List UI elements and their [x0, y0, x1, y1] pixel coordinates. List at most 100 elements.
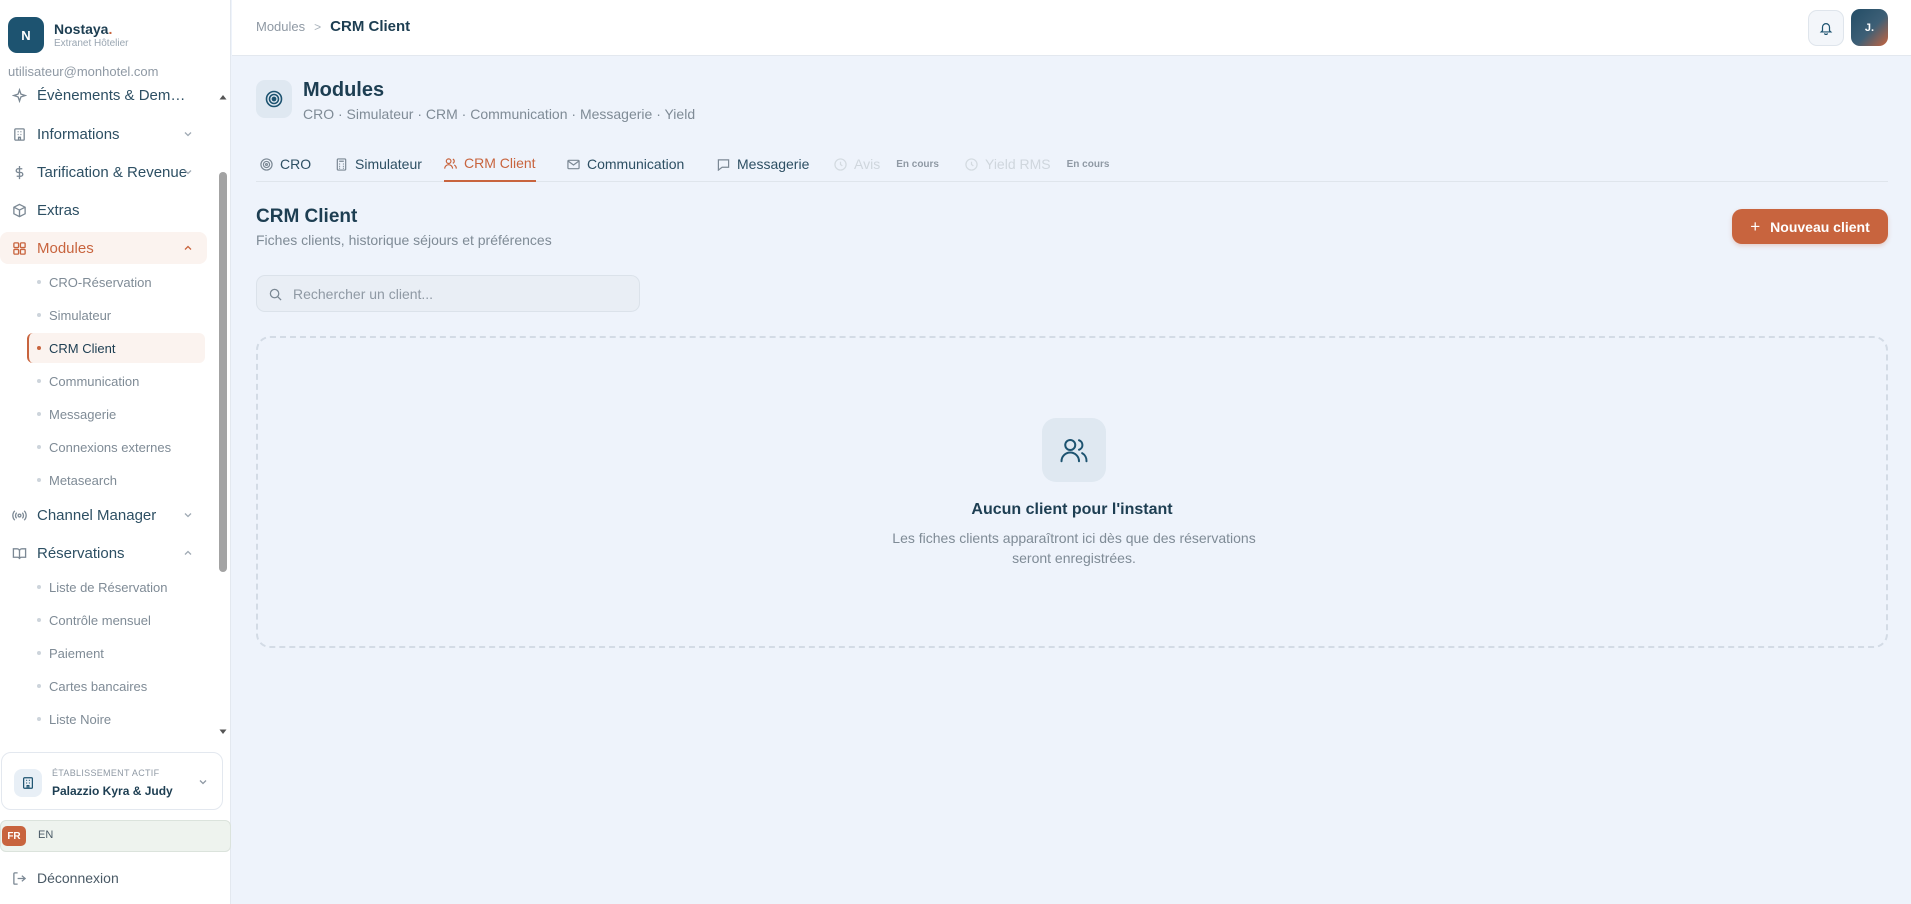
new-client-button-label: Nouveau client [1770, 218, 1870, 235]
sidebar-subitem-crm-client[interactable]: CRM Client [27, 333, 205, 363]
sidebar-subitem-simulateur[interactable]: Simulateur [29, 300, 207, 330]
new-client-button[interactable]: + Nouveau client [1732, 209, 1888, 244]
sidebar-item-label: Informations [37, 125, 120, 143]
brand[interactable]: N Nostaya. Extranet Hôtelier [8, 17, 128, 53]
logout-icon [13, 871, 27, 885]
plus-icon: + [1750, 216, 1761, 236]
sidebar-scrollbar[interactable] [218, 92, 228, 737]
scroll-thumb[interactable] [219, 172, 227, 572]
tab-label: Communication [587, 156, 685, 172]
box-icon [13, 203, 26, 217]
establishment-switcher[interactable]: ÉTABLISSEMENT ACTIF Palazzio Kyra & Judy [1, 752, 223, 810]
logout-button[interactable]: Déconnexion [12, 870, 119, 886]
tab-communication[interactable]: Communication [567, 146, 684, 182]
bullet [37, 585, 41, 589]
sidebar-item-modules[interactable]: Modules [0, 232, 207, 264]
tab-cro[interactable]: CRO [260, 146, 311, 182]
users-icon [1060, 439, 1088, 463]
search-input[interactable] [293, 276, 623, 311]
tab-crm-client[interactable]: CRM Client [444, 146, 536, 182]
tab-messagerie[interactable]: Messagerie [717, 146, 809, 182]
tab-simulateur[interactable]: Simulateur [335, 146, 422, 182]
sidebar-subitem-metasearch[interactable]: Metasearch [29, 465, 207, 495]
chevron-down-icon [184, 132, 192, 137]
sidebar-subitem-cartes-bancaires[interactable]: Cartes bancaires [29, 671, 207, 701]
language-en-button[interactable]: EN [38, 829, 53, 841]
chat-icon [717, 158, 730, 171]
logout-label: Déconnexion [37, 870, 119, 886]
section-subtitle: Fiches clients, historique séjours et pr… [256, 232, 552, 248]
building-icon [14, 127, 25, 141]
tab-yield-rms: Yield RMS En cours [965, 146, 1109, 182]
sidebar-item-label: Évènements & Demandes [37, 86, 192, 104]
tab-avis: Avis En cours [834, 146, 939, 182]
target-icon [260, 157, 273, 171]
tab-label: Messagerie [737, 156, 810, 172]
sidebar-subitem-label: Liste de Réservation [49, 579, 168, 595]
establishment-label: ÉTABLISSEMENT ACTIF [52, 768, 160, 778]
users-icon [444, 157, 457, 169]
dollar-icon [15, 165, 24, 179]
section-title: CRM Client [256, 206, 358, 227]
establishment-name: Palazzio Kyra & Judy [52, 784, 173, 798]
sidebar-item-informations[interactable]: Informations [0, 118, 207, 150]
user-avatar[interactable]: J. [1851, 9, 1888, 46]
brand-subtitle: Extranet Hôtelier [54, 38, 129, 49]
sidebar-item-tarification[interactable]: Tarification & Revenue [0, 156, 207, 188]
sidebar-subitem-connexions-externes[interactable]: Connexions externes [29, 432, 207, 462]
sidebar-subitem-label: Metasearch [49, 472, 117, 488]
sidebar-subitem-liste-reservation[interactable]: Liste de Réservation [29, 572, 207, 602]
target-icon [265, 90, 283, 108]
sidebar-item-label: Extras [37, 201, 80, 219]
top-bar: Modules > CRM Client J. [232, 0, 1911, 56]
bullet [37, 280, 41, 284]
breadcrumb-separator: > [314, 19, 322, 34]
sidebar-subitem-messagerie[interactable]: Messagerie [29, 399, 207, 429]
bullet [37, 684, 41, 688]
modules-icon [256, 80, 292, 118]
establishment-icon [14, 769, 42, 797]
grid-icon [13, 241, 26, 255]
sidebar-subitem-liste-noire[interactable]: Liste Noire [29, 704, 207, 734]
sidebar-item-label: Modules [37, 239, 94, 257]
broadcast-icon [12, 509, 27, 521]
empty-state-icon [1042, 418, 1106, 482]
sidebar-item-reservations[interactable]: Réservations [0, 537, 207, 569]
notifications-button[interactable] [1808, 10, 1844, 46]
sidebar-item-channel-manager[interactable]: Channel Manager [0, 499, 207, 531]
sidebar-item-extras[interactable]: Extras [0, 194, 207, 226]
scroll-down-arrow-icon[interactable] [218, 727, 228, 737]
bullet [37, 717, 41, 721]
breadcrumb-parent[interactable]: Modules [256, 19, 305, 34]
language-switcher: FR EN [0, 820, 231, 852]
sidebar-subitem-label: Simulateur [49, 307, 112, 323]
sidebar-subitem-label: Communication [49, 373, 140, 389]
language-fr-button[interactable]: FR [2, 826, 26, 846]
breadcrumb-current: CRM Client [330, 18, 411, 35]
empty-state: Aucun client pour l'instant Les fiches c… [256, 336, 1888, 648]
scroll-up-arrow-icon[interactable] [218, 92, 228, 102]
sidebar-subitem-paiement[interactable]: Paiement [29, 638, 207, 668]
mail-icon [567, 159, 580, 169]
sidebar-item-label: Tarification & Revenue [37, 163, 188, 181]
empty-state-title: Aucun client pour l'instant [971, 501, 1173, 518]
sidebar-subitem-label: Connexions externes [49, 439, 172, 455]
tab-label: Simulateur [355, 156, 422, 172]
chevron-up-icon [184, 245, 192, 250]
calculator-icon [336, 157, 347, 171]
tab-status-badge: En cours [1066, 158, 1110, 170]
sidebar: N Nostaya. Extranet Hôtelier utilisateur… [0, 0, 231, 904]
breadcrumb: Modules > CRM Client [256, 18, 410, 35]
sidebar-subitem-controle-mensuel[interactable]: Contrôle mensuel [29, 605, 207, 635]
sidebar-subitem-label: CRO-Réservation [49, 274, 152, 290]
sidebar-item-evenements[interactable]: Évènements & Demandes [0, 86, 207, 111]
sidebar-item-label: Channel Manager [37, 506, 157, 524]
brand-name: Nostaya. [54, 21, 128, 37]
sidebar-subitem-communication[interactable]: Communication [29, 366, 207, 396]
empty-state-text: Les fiches clients apparaîtront ici dès … [892, 530, 1256, 566]
sidebar-subitem-cro-reservation[interactable]: CRO-Réservation [29, 267, 207, 297]
star-icon [834, 157, 847, 171]
brand-text: Nostaya. Extranet Hôtelier [54, 21, 128, 49]
bell-icon [1819, 23, 1833, 35]
bullet [37, 478, 41, 482]
